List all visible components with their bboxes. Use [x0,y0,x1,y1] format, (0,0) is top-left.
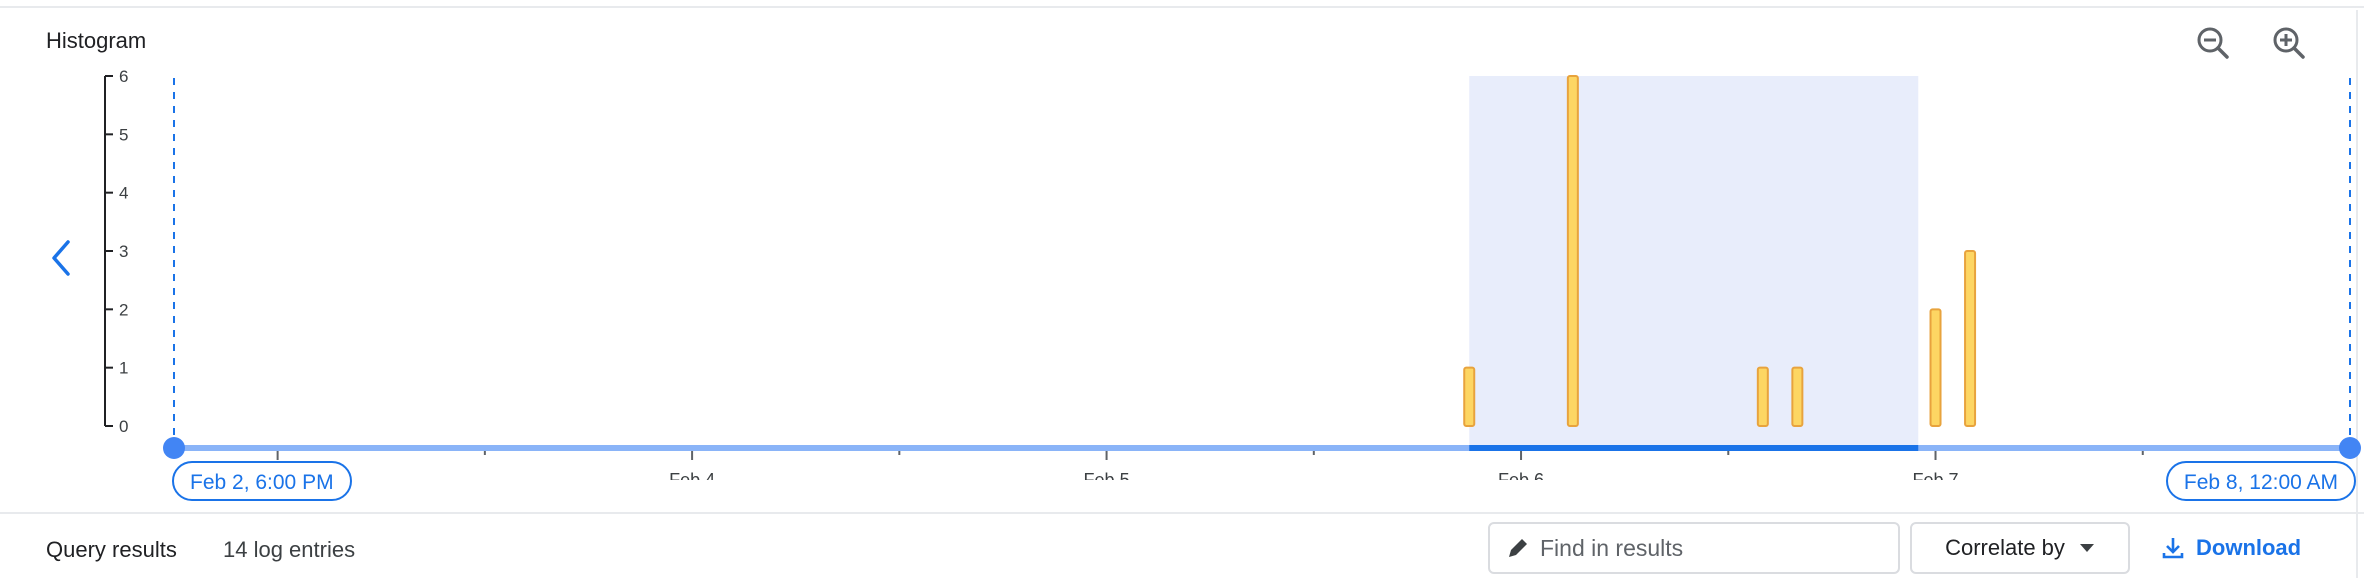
y-tick-label: 5 [119,125,128,144]
caret-down-icon [2079,544,2094,552]
x-tick-label: Feb 7 [1913,470,1959,480]
histogram-bar [1791,366,1804,427]
y-tick-label: 0 [119,417,128,436]
y-tick-label: 1 [119,359,128,378]
range-start-handle [163,437,185,459]
histogram-bar [1756,366,1769,427]
x-tick-label: Feb 4 [669,470,715,480]
pencil-icon [1509,539,1527,557]
correlate-by-label: Correlate by [1945,535,2065,560]
histogram-bar [1566,75,1579,427]
find-in-results-field[interactable] [1488,522,1900,574]
y-tick-label: 2 [119,300,128,319]
histogram-title: Histogram [46,28,147,53]
range-end-chip[interactable]: Feb 8, 12:00 AM [2165,461,2356,501]
correlate-by-dropdown[interactable]: Correlate by [1910,522,2130,574]
histogram-bar [1929,308,1942,427]
x-tick-label: Feb 5 [1084,470,1130,480]
download-button[interactable]: Download [2160,522,2301,574]
results-divider [0,512,2364,514]
selected-range [1469,76,1919,448]
range-start-chip[interactable]: Feb 2, 6:00 PM [172,461,352,501]
download-icon [2162,538,2184,559]
y-tick-label: 4 [119,184,128,203]
log-entries-count: 14 log entries [223,537,356,562]
histogram-bar [1463,366,1476,427]
range-end-handle [2339,437,2361,459]
query-results-title: Query results [46,537,177,562]
x-tick-label: Feb 6 [1498,470,1544,480]
download-label: Download [2196,535,2302,560]
y-tick-label: 6 [119,67,128,86]
histogram-chart: 0 1 2 3 4 5 6 Feb 4 Feb 5 Feb 6 Feb 7 [104,67,2361,480]
top-divider [0,6,2364,8]
histogram-bar [1964,250,1977,427]
y-tick-label: 3 [119,242,128,261]
find-in-results-input[interactable] [1538,533,1882,563]
